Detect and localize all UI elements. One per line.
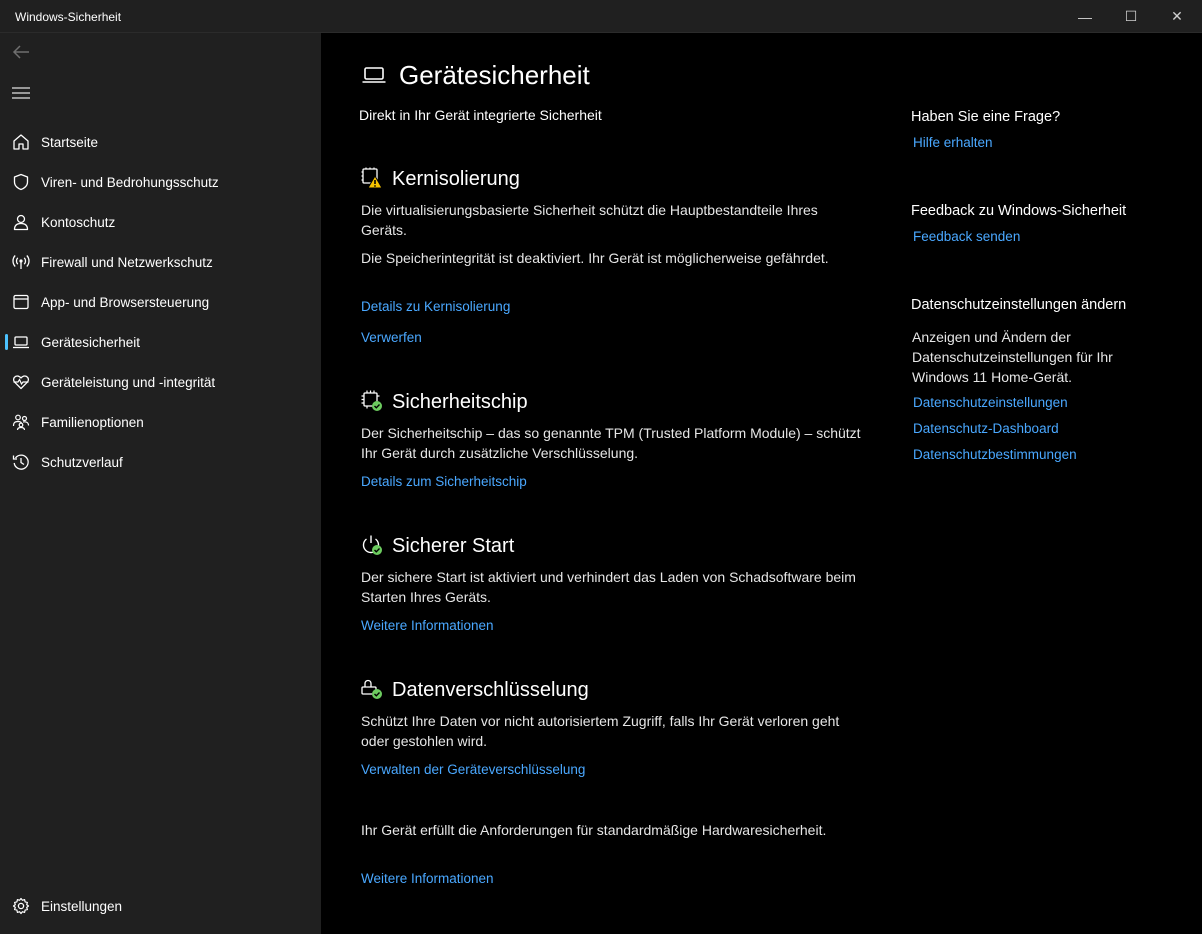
sidebar-item-home[interactable]: Startseite (0, 124, 321, 160)
page-subtitle: Direkt in Ihr Gerät integrierte Sicherhe… (359, 107, 602, 123)
close-button[interactable]: ✕ (1154, 0, 1200, 33)
dismiss-link[interactable]: Verwerfen (361, 330, 422, 345)
core-isolation-warning-icon (361, 167, 383, 189)
back-arrow-icon[interactable] (10, 41, 32, 63)
person-icon (13, 214, 29, 231)
sidebar-item-label: Schutzverlauf (41, 455, 123, 470)
minimize-button[interactable]: — (1062, 0, 1108, 33)
sidebar-item-account-protection[interactable]: Kontoschutz (0, 204, 321, 240)
feedback-heading: Feedback zu Windows-Sicherheit (911, 203, 1127, 219)
sidebar-item-protection-history[interactable]: Schutzverlauf (0, 444, 321, 480)
privacy-heading: Datenschutzeinstellungen ändern (911, 297, 1127, 313)
sidebar: Startseite Viren- und Bedrohungsschutz K… (0, 33, 321, 934)
sidebar-item-label: Kontoschutz (41, 215, 116, 230)
selection-indicator (5, 334, 8, 350)
shield-icon (13, 173, 29, 191)
gear-icon (12, 897, 30, 915)
security-chip-check-icon (361, 390, 382, 411)
core-isolation-description: Die virtualisierungsbasierte Sicherheit … (361, 202, 818, 238)
laptop-icon (13, 336, 29, 349)
security-chip-title: Sicherheitschip (392, 391, 528, 413)
sidebar-item-label: Familienoptionen (41, 415, 144, 430)
sidebar-item-label: Einstellungen (41, 899, 123, 914)
send-feedback-link[interactable]: Feedback senden (913, 229, 1020, 244)
secure-boot-more-info-link[interactable]: Weitere Informationen (361, 618, 494, 633)
hamburger-menu-icon[interactable] (11, 85, 31, 101)
get-help-link[interactable]: Hilfe erhalten (913, 135, 993, 150)
sidebar-item-device-security[interactable]: Gerätesicherheit (0, 324, 321, 360)
browser-window-icon (13, 294, 29, 310)
antenna-icon (12, 255, 30, 269)
question-heading: Haben Sie eine Frage? (911, 109, 1061, 125)
secure-boot-title: Sicherer Start (392, 535, 515, 557)
sidebar-item-label: Geräteleistung und -integrität (41, 375, 216, 390)
security-chip-description: Der Sicherheitschip – das so genannte TP… (361, 425, 861, 461)
sidebar-item-label: Viren- und Bedrohungsschutz (41, 175, 219, 190)
family-icon (12, 414, 30, 431)
privacy-settings-link[interactable]: Datenschutzeinstellungen (913, 395, 1068, 410)
title-bar: Windows-Sicherheit — ☐ ✕ (0, 0, 1202, 33)
data-encryption-lock-check-icon (361, 679, 382, 699)
hardware-more-info-link[interactable]: Weitere Informationen (361, 871, 494, 886)
sidebar-item-label: Firewall und Netzwerkschutz (41, 255, 213, 270)
hardware-security-status: Ihr Gerät erfüllt die Anforderungen für … (361, 822, 827, 838)
security-chip-details-link[interactable]: Details zum Sicherheitschip (361, 474, 527, 489)
heart-pulse-icon (13, 375, 29, 390)
core-isolation-title: Kernisolierung (392, 168, 520, 190)
data-encryption-description: Schützt Ihre Daten vor nicht autorisiert… (361, 713, 840, 749)
maximize-button[interactable]: ☐ (1108, 0, 1154, 33)
sidebar-item-label: App- und Browsersteuerung (41, 295, 210, 310)
secure-boot-description: Der sichere Start ist aktiviert und verh… (361, 569, 856, 605)
core-isolation-details-link[interactable]: Details zu Kernisolierung (361, 299, 510, 314)
sidebar-item-family-options[interactable]: Familienoptionen (0, 404, 321, 440)
page-title: Gerätesicherheit (399, 60, 590, 90)
window-title: Windows-Sicherheit (15, 10, 122, 24)
privacy-dashboard-link[interactable]: Datenschutz-Dashboard (913, 421, 1059, 436)
main-content: Gerätesicherheit Direkt in Ihr Gerät int… (321, 33, 1202, 934)
manage-encryption-link[interactable]: Verwalten der Geräteverschlüsselung (361, 762, 585, 777)
laptop-icon (362, 67, 386, 83)
sidebar-item-virus-protection[interactable]: Viren- und Bedrohungsschutz (0, 164, 321, 200)
secure-boot-power-check-icon (362, 535, 382, 555)
privacy-description: Anzeigen und Ändern der Datenschutzeinst… (912, 329, 1113, 385)
history-icon (12, 454, 29, 470)
sidebar-item-label: Gerätesicherheit (41, 335, 141, 350)
sidebar-item-firewall[interactable]: Firewall und Netzwerkschutz (0, 244, 321, 280)
privacy-statement-link[interactable]: Datenschutzbestimmungen (913, 447, 1077, 462)
sidebar-item-device-performance[interactable]: Geräteleistung und -integrität (0, 364, 321, 400)
sidebar-item-app-browser-control[interactable]: App- und Browsersteuerung (0, 284, 321, 320)
data-encryption-title: Datenverschlüsselung (392, 679, 589, 701)
sidebar-item-label: Startseite (41, 135, 99, 150)
home-icon (13, 134, 29, 150)
sidebar-item-settings[interactable]: Einstellungen (0, 888, 321, 924)
core-isolation-status: Die Speicherintegrität ist deaktiviert. … (361, 250, 829, 266)
